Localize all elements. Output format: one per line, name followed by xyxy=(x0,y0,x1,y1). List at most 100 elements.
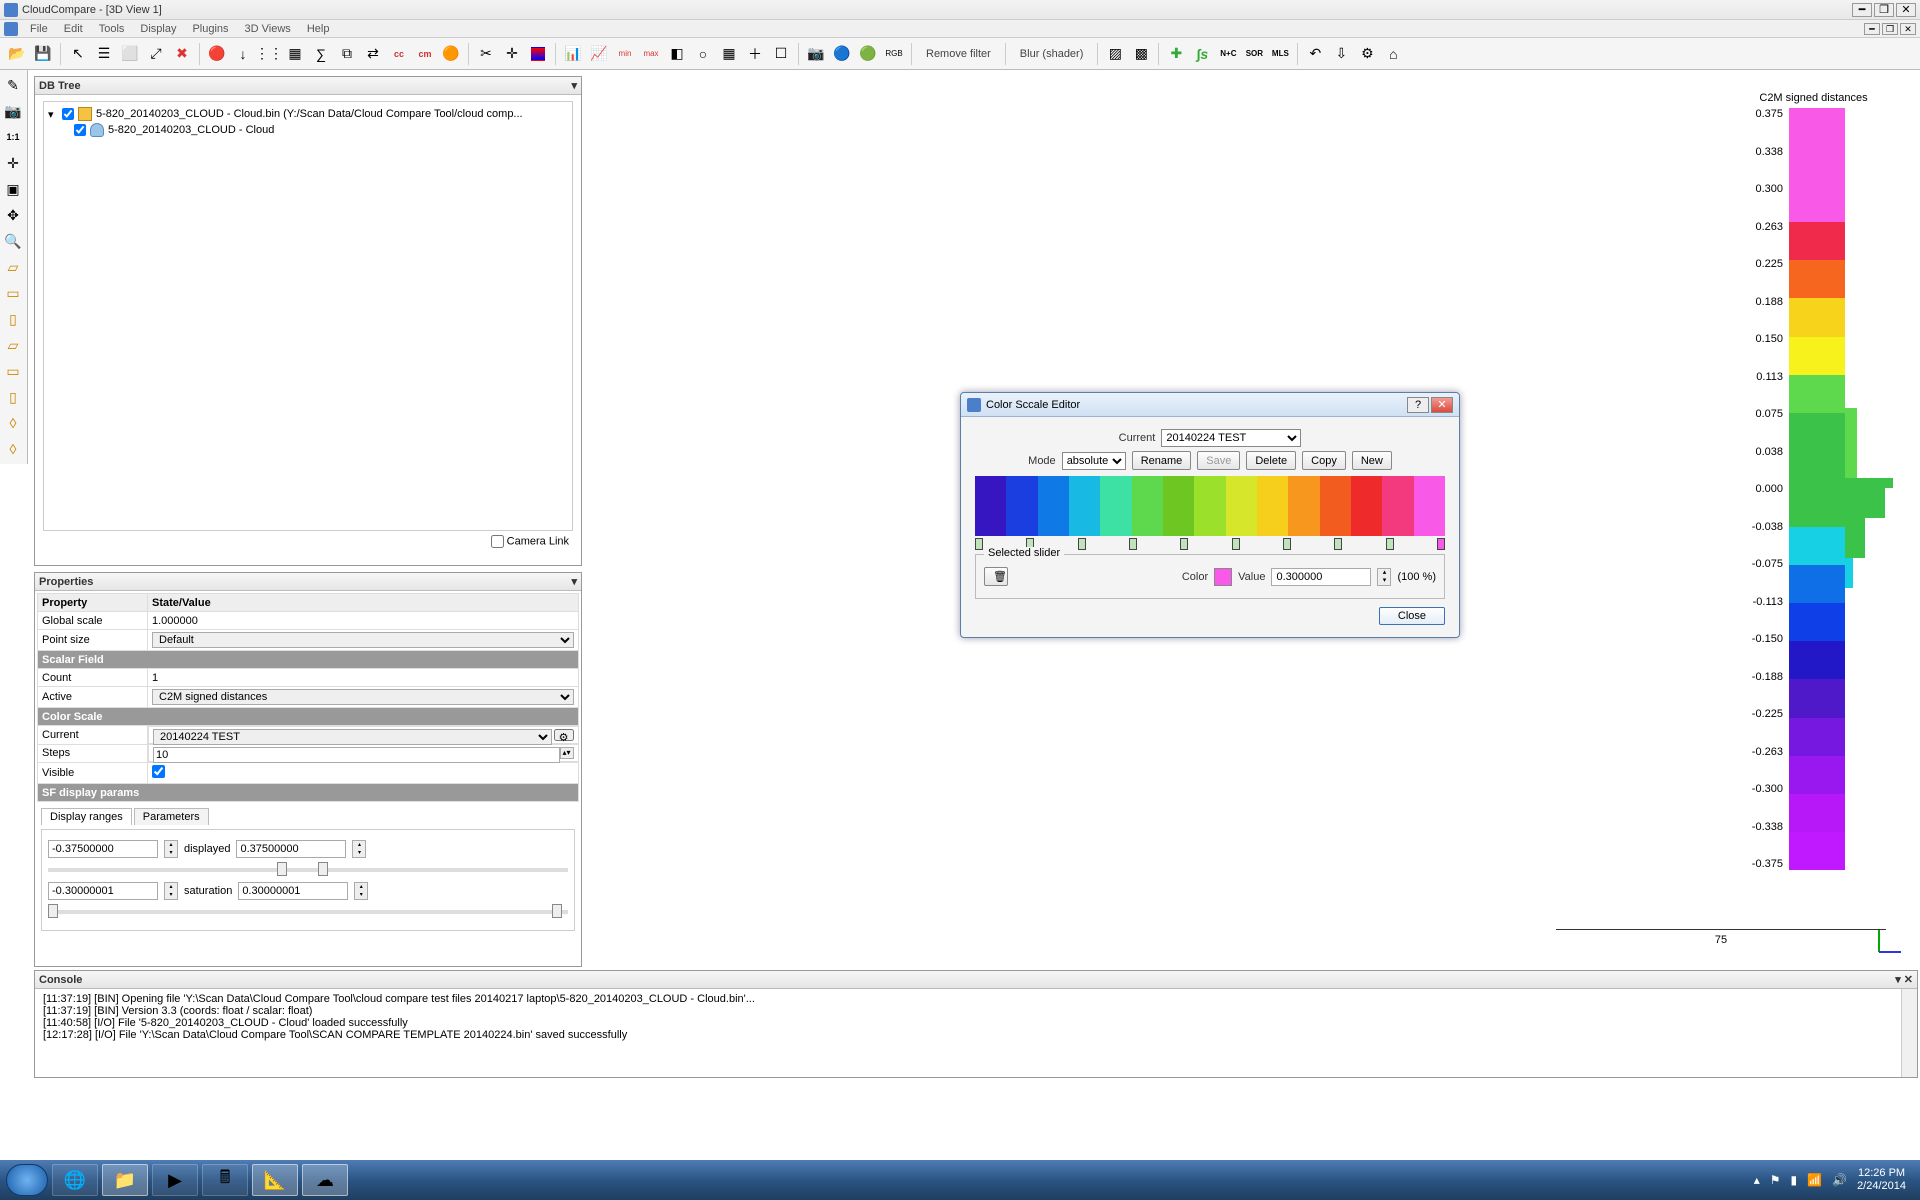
point-size-select[interactable]: Default xyxy=(152,632,574,648)
add-icon[interactable]: ＋ xyxy=(744,43,766,65)
taskbar-media[interactable]: ▶ xyxy=(152,1164,198,1196)
menu-tools[interactable]: Tools xyxy=(91,23,133,35)
view-iso2-icon[interactable]: ◊ xyxy=(2,438,24,460)
mode-dropdown[interactable]: absolute xyxy=(1062,452,1126,470)
disp-slider[interactable] xyxy=(48,868,568,872)
extra2-icon[interactable]: ⌂ xyxy=(1382,43,1404,65)
cc-dist-icon[interactable]: cc xyxy=(388,43,410,65)
menu-file[interactable]: File xyxy=(22,23,56,35)
view-bottom-icon[interactable]: ▭ xyxy=(2,360,24,382)
tray-flag-icon[interactable]: ⚑ xyxy=(1770,1173,1781,1187)
taskbar-calc[interactable]: 🖩 xyxy=(202,1164,248,1196)
steps-input[interactable] xyxy=(153,747,560,763)
plugin2-icon[interactable]: ∫s xyxy=(1191,43,1213,65)
color-swatch[interactable] xyxy=(1214,568,1232,586)
sf-max-icon[interactable]: max xyxy=(640,43,662,65)
visible-checkbox[interactable] xyxy=(152,765,165,778)
normals-icon[interactable]: ↓ xyxy=(232,43,254,65)
extra1-icon[interactable]: ⚙ xyxy=(1356,43,1378,65)
histogram-icon[interactable]: 📊 xyxy=(562,43,584,65)
delete-icon[interactable]: ✖ xyxy=(171,43,193,65)
menu-3dviews[interactable]: 3D Views xyxy=(237,23,299,35)
menu-edit[interactable]: Edit xyxy=(56,23,91,35)
pick-icon[interactable]: ↖ xyxy=(67,43,89,65)
taskbar-explorer[interactable]: 📁 xyxy=(102,1164,148,1196)
taskbar-clock[interactable]: 12:26 PM 2/24/2014 xyxy=(1857,1167,1906,1193)
active-select[interactable]: C2M signed distances xyxy=(152,689,574,705)
minimize-button[interactable]: ━ xyxy=(1852,3,1872,17)
menu-plugins[interactable]: Plugins xyxy=(184,23,236,35)
taskbar-app1[interactable]: 📐 xyxy=(252,1164,298,1196)
chart-icon[interactable]: 📈 xyxy=(588,43,610,65)
pin-icon[interactable]: ▾ xyxy=(571,79,577,92)
cross-section-icon[interactable]: ✛ xyxy=(501,43,523,65)
primitive-icon[interactable]: 🟠 xyxy=(440,43,462,65)
gradient-icon[interactable]: ◧ xyxy=(666,43,688,65)
rgb-icon[interactable]: RGB xyxy=(883,43,905,65)
properties-body[interactable]: Property State/Value Global scale 1.0000… xyxy=(35,591,581,967)
translate-icon[interactable]: ⤢ xyxy=(145,43,167,65)
tray-vol-icon[interactable]: 🔊 xyxy=(1832,1173,1847,1187)
align-icon[interactable]: ⇄ xyxy=(362,43,384,65)
mdi-close[interactable]: ✕ xyxy=(1900,23,1916,35)
tab-display-ranges[interactable]: Display ranges xyxy=(41,808,132,825)
spin-icon[interactable]: ▴▾ xyxy=(1377,568,1391,586)
dialog-help-button[interactable]: ? xyxy=(1407,397,1429,413)
disp-min-input[interactable] xyxy=(48,840,158,858)
gradient-handle[interactable] xyxy=(1232,538,1240,550)
camera-icon[interactable]: 📷 xyxy=(805,43,827,65)
gradient-handle[interactable] xyxy=(1334,538,1342,550)
undo-icon[interactable]: ↶ xyxy=(1304,43,1326,65)
ssao-icon[interactable]: ▩ xyxy=(1130,43,1152,65)
camera-link-checkbox[interactable] xyxy=(491,535,504,548)
gradient-handle[interactable] xyxy=(1180,538,1188,550)
save-icon[interactable]: 💾 xyxy=(32,43,54,65)
sor-icon[interactable]: SOR xyxy=(1243,43,1265,65)
delete-slider-button[interactable]: 🗑 xyxy=(984,567,1008,586)
view-top-icon[interactable]: ▱ xyxy=(2,256,24,278)
gradient-bar[interactable] xyxy=(975,476,1445,536)
view-left-icon[interactable]: ▯ xyxy=(2,386,24,408)
iso-icon[interactable]: ▣ xyxy=(2,178,24,200)
tray-arrow-icon[interactable]: ▴ xyxy=(1754,1173,1760,1187)
sat-slider[interactable] xyxy=(48,910,568,914)
open-icon[interactable]: 📂 xyxy=(6,43,28,65)
gradient-handle[interactable] xyxy=(1283,538,1291,550)
start-button[interactable] xyxy=(6,1164,48,1196)
new-button[interactable]: New xyxy=(1352,451,1392,470)
tree-row-child[interactable]: 5-820_20140203_CLOUD - Cloud xyxy=(48,122,568,138)
tree-child-checkbox[interactable] xyxy=(74,124,86,136)
dialog-titlebar[interactable]: Color Sccale Editor ? ✕ xyxy=(961,393,1459,417)
crop-icon[interactable]: ✂ xyxy=(475,43,497,65)
gradient-handle[interactable] xyxy=(1129,538,1137,550)
color-scale-icon[interactable] xyxy=(531,47,545,61)
blur-shader-button[interactable]: Blur (shader) xyxy=(1012,46,1092,62)
box-icon[interactable]: ☐ xyxy=(770,43,792,65)
mdi-minimize[interactable]: ━ xyxy=(1864,23,1880,35)
sf-min-icon[interactable]: min xyxy=(614,43,636,65)
current-scale-dropdown[interactable]: 20140224 TEST xyxy=(1161,429,1301,447)
tree-root-checkbox[interactable] xyxy=(62,108,74,120)
collapse-icon[interactable]: ▾ xyxy=(48,108,58,121)
edl-icon[interactable]: ▨ xyxy=(1104,43,1126,65)
gradient-handle[interactable] xyxy=(1437,538,1445,550)
view-front-icon[interactable]: ▭ xyxy=(2,282,24,304)
view-iso1-icon[interactable]: ◊ xyxy=(2,412,24,434)
close-button[interactable]: ✕ xyxy=(1896,3,1916,17)
pencil-icon[interactable]: ✎ xyxy=(2,74,24,96)
sat-min-input[interactable] xyxy=(48,882,158,900)
cm-dist-icon[interactable]: cm xyxy=(414,43,436,65)
move-icon[interactable]: ✥ xyxy=(2,204,24,226)
pin2-icon[interactable]: ▾ xyxy=(571,575,577,588)
view-back-icon[interactable]: ▱ xyxy=(2,334,24,356)
tree-row-root[interactable]: ▾ 5-820_20140203_CLOUD - Cloud.bin (Y:/S… xyxy=(48,106,568,122)
subsample-icon[interactable]: ⋮⋮ xyxy=(258,43,280,65)
colors-icon[interactable]: 🔴 xyxy=(206,43,228,65)
tray-net-icon[interactable]: ▮ xyxy=(1791,1173,1798,1187)
level-icon[interactable]: ⬜ xyxy=(119,43,141,65)
stats-icon[interactable]: ∑ xyxy=(310,43,332,65)
save-button[interactable]: Save xyxy=(1197,451,1240,470)
circle-icon[interactable]: ○ xyxy=(692,43,714,65)
mdi-restore[interactable]: ❐ xyxy=(1882,23,1898,35)
copy-button[interactable]: Copy xyxy=(1302,451,1346,470)
